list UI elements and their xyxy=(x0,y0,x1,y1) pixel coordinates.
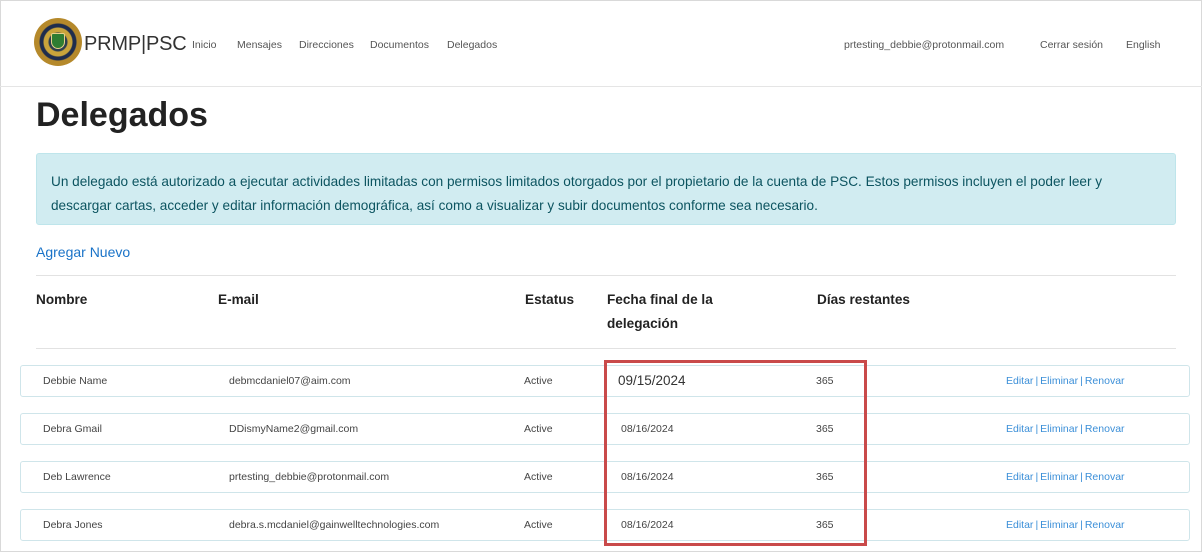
language-toggle[interactable]: English xyxy=(1126,39,1160,51)
nav-link-delegados[interactable]: Delegados xyxy=(447,39,497,51)
info-text-line1: Un delegado está autorizado a ejecutar a… xyxy=(51,174,1103,189)
brand-name[interactable]: PRMP|PSC xyxy=(84,33,187,56)
row-actions: Editar | Eliminar | Renovar xyxy=(1006,510,1125,540)
delete-link[interactable]: Eliminar xyxy=(1040,375,1078,387)
row-days-remaining: 365 xyxy=(816,423,834,435)
logout-link[interactable]: Cerrar sesión xyxy=(1040,39,1103,51)
delete-link[interactable]: Eliminar xyxy=(1040,519,1078,531)
header-end-date: Fecha final de la delegación xyxy=(607,288,713,336)
renew-link[interactable]: Renovar xyxy=(1085,375,1125,387)
header-email: E-mail xyxy=(218,292,259,307)
add-new-link[interactable]: Agregar Nuevo xyxy=(36,244,130,260)
row-email: debmcdaniel07@aim.com xyxy=(229,375,351,387)
separator: | xyxy=(1080,423,1083,435)
separator: | xyxy=(1080,519,1083,531)
row-name: Debra Jones xyxy=(43,519,103,531)
header-end-date-line2: delegación xyxy=(607,316,679,331)
page-title: Delegados xyxy=(36,96,208,134)
info-alert: Un delegado está autorizado a ejecutar a… xyxy=(36,153,1176,225)
divider xyxy=(36,348,1176,349)
row-status: Active xyxy=(524,375,553,387)
row-email: DDismyName2@gmail.com xyxy=(229,423,359,435)
table-row: Debbie Name debmcdaniel07@aim.com Active… xyxy=(20,365,1190,397)
renew-link[interactable]: Renovar xyxy=(1085,423,1125,435)
row-name: Debra Gmail xyxy=(43,423,102,435)
row-status: Active xyxy=(524,519,553,531)
nav-link-documentos[interactable]: Documentos xyxy=(370,39,429,51)
row-email: debra.s.mcdaniel@gainwelltechnologies.co… xyxy=(229,519,440,531)
delete-link[interactable]: Eliminar xyxy=(1040,471,1078,483)
row-days-remaining: 365 xyxy=(816,375,834,387)
user-email-link[interactable]: prtesting_debbie@protonmail.com xyxy=(844,39,1004,51)
row-end-date: 08/16/2024 xyxy=(621,423,674,435)
table-row: Debra Gmail DDismyName2@gmail.com Active… xyxy=(20,413,1190,445)
row-email: prtesting_debbie@protonmail.com xyxy=(229,471,390,483)
header-days-remaining: Días restantes xyxy=(817,292,910,307)
top-navbar: PRMP|PSC Inicio Mensajes Direcciones Doc… xyxy=(0,0,1202,87)
row-days-remaining: 365 xyxy=(816,519,834,531)
row-name: Debbie Name xyxy=(43,375,108,387)
renew-link[interactable]: Renovar xyxy=(1085,471,1125,483)
row-name: Deb Lawrence xyxy=(43,471,111,483)
nav-link-inicio[interactable]: Inicio xyxy=(192,39,217,51)
row-actions: Editar | Eliminar | Renovar xyxy=(1006,414,1125,444)
row-end-date: 09/15/2024 xyxy=(618,373,686,388)
edit-link[interactable]: Editar xyxy=(1006,375,1033,387)
edit-link[interactable]: Editar xyxy=(1006,519,1033,531)
table-row: Deb Lawrence prtesting_debbie@protonmail… xyxy=(20,461,1190,493)
header-status: Estatus xyxy=(525,292,575,307)
row-actions: Editar | Eliminar | Renovar xyxy=(1006,366,1125,396)
row-days-remaining: 365 xyxy=(816,471,834,483)
delete-link[interactable]: Eliminar xyxy=(1040,423,1078,435)
separator: | xyxy=(1080,471,1083,483)
header-name: Nombre xyxy=(36,292,88,307)
row-end-date: 08/16/2024 xyxy=(621,471,674,483)
row-end-date: 08/16/2024 xyxy=(621,519,674,531)
nav-link-direcciones[interactable]: Direcciones xyxy=(299,39,354,51)
edit-link[interactable]: Editar xyxy=(1006,423,1033,435)
separator: | xyxy=(1080,375,1083,387)
info-text-line2: descargar cartas, acceder y editar infor… xyxy=(51,198,818,213)
row-status: Active xyxy=(524,423,553,435)
nav-link-mensajes[interactable]: Mensajes xyxy=(237,39,282,51)
row-status: Active xyxy=(524,471,553,483)
divider xyxy=(36,275,1176,276)
row-actions: Editar | Eliminar | Renovar xyxy=(1006,462,1125,492)
header-end-date-line1: Fecha final de la xyxy=(607,292,713,307)
renew-link[interactable]: Renovar xyxy=(1085,519,1125,531)
table-row: Debra Jones debra.s.mcdaniel@gainwelltec… xyxy=(20,509,1190,541)
government-seal-logo xyxy=(34,18,82,66)
edit-link[interactable]: Editar xyxy=(1006,471,1033,483)
